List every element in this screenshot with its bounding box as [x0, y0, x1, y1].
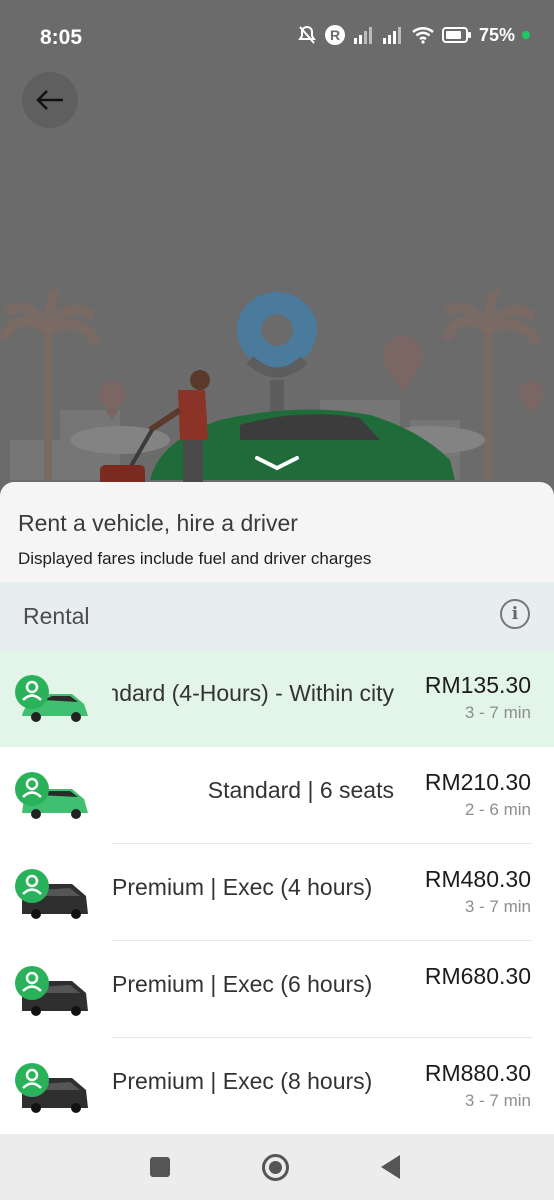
vehicle-option-price: RM135.30: [424, 672, 531, 698]
section-header-rental: Rental i: [0, 582, 554, 650]
vehicle-option-price: RM210.30: [424, 769, 531, 795]
svg-text:R: R: [330, 27, 340, 43]
map-pin-icon: [383, 336, 423, 392]
wifi-icon: [412, 27, 434, 44]
privacy-dot-icon: [522, 31, 530, 39]
system-nav-bar: [0, 1134, 554, 1200]
signal-icon: [353, 27, 372, 44]
vehicle-option-row[interactable]: Premium | Exec (8 hours) RM880.30 3 - 7 …: [0, 1038, 554, 1134]
status-bar: 8:05 R 75%: [0, 0, 554, 76]
section-title: Rental: [23, 603, 90, 629]
vehicle-option-row[interactable]: Premium | Exec (4 hours) RM480.30 3 - 7 …: [0, 844, 554, 941]
vehicle-option-price: RM680.30: [424, 963, 531, 989]
vehicle-option-name: Standard (4-Hours) - Within city: [112, 680, 394, 706]
home-button[interactable]: [262, 1154, 289, 1181]
vehicle-option-eta: 3 - 7 min: [464, 703, 531, 722]
vehicle-option-eta: 2 - 6 min: [464, 800, 531, 819]
hero-illustration: [0, 290, 543, 490]
car-icon: [15, 675, 88, 722]
vehicle-option-list: Standard (4-Hours) - Within city RM135.3…: [0, 650, 554, 1134]
back-nav-button[interactable]: [381, 1155, 400, 1179]
vehicle-option-price: RM480.30: [424, 866, 531, 892]
mute-icon: [298, 25, 316, 44]
battery-percent: 75%: [478, 24, 515, 45]
map-pin-icon: [519, 381, 543, 414]
vehicle-option-row[interactable]: Standard | 6 seats RM210.30 2 - 6 min: [0, 747, 554, 844]
arrow-left-icon: [36, 90, 63, 110]
bottom-sheet: Rent a vehicle, hire a driver Displayed …: [0, 482, 554, 1134]
mpv-icon: [15, 772, 88, 819]
back-button[interactable]: [22, 72, 78, 128]
vehicle-option-name: Standard | 6 seats: [207, 777, 394, 803]
info-icon[interactable]: i: [500, 599, 530, 629]
vehicle-option-name: Premium | Exec (4 hours): [112, 874, 373, 900]
vehicle-option-name: Premium | Exec (8 hours): [112, 1068, 373, 1094]
vehicle-option-eta: 3 - 7 min: [464, 1091, 531, 1110]
signal-icon: [382, 27, 401, 44]
van-icon: [15, 966, 88, 1016]
r-badge-icon: R: [324, 25, 345, 45]
status-icons: R 75%: [297, 24, 530, 46]
sheet-subtitle: Displayed fares include fuel and driver …: [18, 549, 372, 568]
vehicle-option-price: RM880.30: [424, 1060, 531, 1086]
battery-icon: [441, 27, 471, 43]
vehicle-option-name: Premium | Exec (6 hours): [112, 971, 373, 997]
recents-button[interactable]: [150, 1157, 170, 1177]
vehicle-option-row[interactable]: Premium | Exec (6 hours) RM680.30: [0, 941, 554, 1038]
van-icon: [15, 1063, 88, 1113]
vehicle-option-row[interactable]: Standard (4-Hours) - Within city RM135.3…: [0, 650, 554, 747]
van-icon: [15, 869, 88, 919]
sheet-title: Rent a vehicle, hire a driver: [18, 510, 298, 536]
vehicle-option-eta: 3 - 7 min: [464, 897, 531, 916]
status-time: 8:05: [40, 26, 83, 49]
